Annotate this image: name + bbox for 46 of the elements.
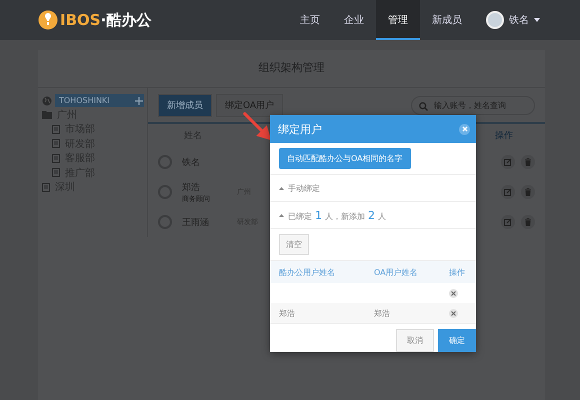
lightbulb-logo-icon bbox=[38, 10, 58, 30]
document-icon bbox=[52, 154, 60, 163]
plus-icon[interactable] bbox=[135, 96, 143, 104]
edit-icon[interactable] bbox=[501, 185, 515, 199]
toolbar-button[interactable]: 新增成员 bbox=[158, 94, 212, 117]
close-button[interactable] bbox=[459, 124, 470, 134]
nav-tab[interactable]: 主页 bbox=[288, 0, 332, 40]
dialog-button[interactable]: 确定 bbox=[438, 329, 476, 352]
remove-button[interactable] bbox=[449, 308, 458, 318]
search-icon bbox=[419, 102, 428, 111]
avatar-icon[interactable] bbox=[486, 11, 504, 29]
caret-down-icon[interactable] bbox=[534, 18, 540, 22]
remove-button[interactable] bbox=[449, 288, 458, 298]
dialog-title: 绑定用户 bbox=[278, 122, 322, 136]
trash-icon[interactable] bbox=[521, 215, 535, 229]
column-header: 酷办公用户姓名 bbox=[279, 266, 336, 278]
document-icon bbox=[52, 139, 60, 148]
trash-icon[interactable] bbox=[521, 185, 535, 199]
globe-icon bbox=[42, 96, 52, 106]
trash-icon[interactable] bbox=[521, 155, 535, 169]
document-icon bbox=[52, 124, 60, 134]
column-header: OA用户姓名 bbox=[374, 266, 419, 278]
organization-root-item[interactable]: TOHOSHINKI bbox=[55, 94, 144, 107]
user-menu[interactable]: 铁名 bbox=[509, 13, 529, 27]
caret-up-icon bbox=[279, 186, 284, 190]
column-header: 操作 bbox=[449, 266, 466, 278]
dialog-button[interactable]: 取消 bbox=[396, 329, 434, 352]
nav-tab[interactable]: 企业 bbox=[332, 0, 376, 40]
bound-summary: 已绑定 1 人，新添加 2 人 bbox=[288, 208, 386, 222]
logo-text: IBOS·酷办公 bbox=[60, 10, 152, 30]
column-header: 操作 bbox=[495, 130, 513, 142]
caret-up-icon bbox=[279, 214, 284, 216]
edit-icon[interactable] bbox=[501, 155, 515, 169]
close-icon bbox=[451, 290, 456, 296]
annotation-arrow bbox=[243, 112, 273, 142]
edit-icon[interactable] bbox=[501, 215, 515, 229]
nav-tab[interactable]: 管理 bbox=[376, 0, 420, 40]
nav-tab[interactable]: 新成员 bbox=[420, 0, 474, 40]
close-icon bbox=[451, 310, 456, 316]
close-icon bbox=[462, 126, 468, 132]
table-cell: 郑浩 bbox=[374, 308, 390, 318]
clear-button[interactable]: 清空 bbox=[279, 234, 309, 255]
document-icon bbox=[52, 168, 60, 178]
auto-match-button[interactable]: 自动匹配酷办公与OA相同的名字 bbox=[279, 148, 411, 169]
section-toggle[interactable]: 手动绑定 bbox=[288, 182, 320, 194]
table-cell: 郑浩 bbox=[279, 308, 295, 318]
